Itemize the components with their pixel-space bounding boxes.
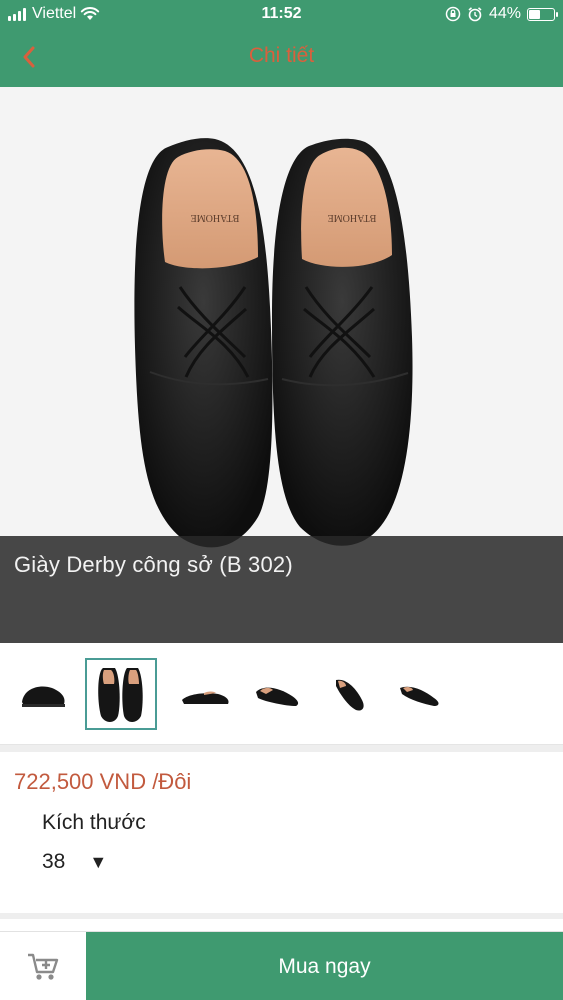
section-divider xyxy=(0,745,563,752)
buy-now-button[interactable]: Mua ngay xyxy=(86,932,563,1000)
shoe-thumb-image xyxy=(98,668,143,722)
bottom-action-bar: Mua ngay xyxy=(0,931,563,1000)
section-divider xyxy=(0,913,563,919)
alarm-icon xyxy=(468,7,482,22)
thumbnail-2[interactable] xyxy=(85,658,157,730)
page-title: Chi tiết xyxy=(248,44,315,67)
thumbnail-1[interactable] xyxy=(6,658,78,730)
shoe-brand-left: BTAHOME xyxy=(191,212,240,223)
size-label: Kích thước xyxy=(42,811,146,834)
thumbnail-5[interactable] xyxy=(312,658,384,730)
size-value: 38 xyxy=(42,850,66,873)
shoe-thumb-image xyxy=(256,687,299,706)
header-bar: Viettel 11:52 44% Chi tiết xyxy=(0,0,563,87)
status-bar: Viettel 11:52 44% xyxy=(0,0,563,30)
shoe-brand-right: BTAHOME xyxy=(328,212,377,223)
shoe-thumb-image xyxy=(22,686,65,707)
add-to-cart-icon xyxy=(28,953,59,980)
status-right: 44% xyxy=(445,5,558,23)
add-to-cart-button[interactable] xyxy=(0,932,86,1000)
shoe-thumb-image xyxy=(400,686,439,706)
product-name-overlay: Giày Derby công sở (B 302) xyxy=(0,536,563,643)
orientation-lock-icon xyxy=(445,6,461,22)
battery-icon xyxy=(527,7,558,21)
caret-down-icon: ▼ xyxy=(89,851,108,872)
thumbnail-4[interactable] xyxy=(240,658,312,730)
size-dropdown[interactable]: 38 ▼ xyxy=(42,849,142,875)
battery-level xyxy=(529,9,541,19)
shoe-thumb-image xyxy=(182,691,229,704)
shoe-thumb-image xyxy=(336,679,364,711)
thumbnail-3[interactable] xyxy=(168,658,240,730)
thumbnail-strip xyxy=(0,643,563,745)
battery-percent: 44% xyxy=(488,5,521,22)
product-price: 722,500 VND /Đôi xyxy=(14,769,192,794)
thumbnail-6[interactable] xyxy=(382,658,454,730)
product-name: Giày Derby công sở (B 302) xyxy=(14,552,293,577)
